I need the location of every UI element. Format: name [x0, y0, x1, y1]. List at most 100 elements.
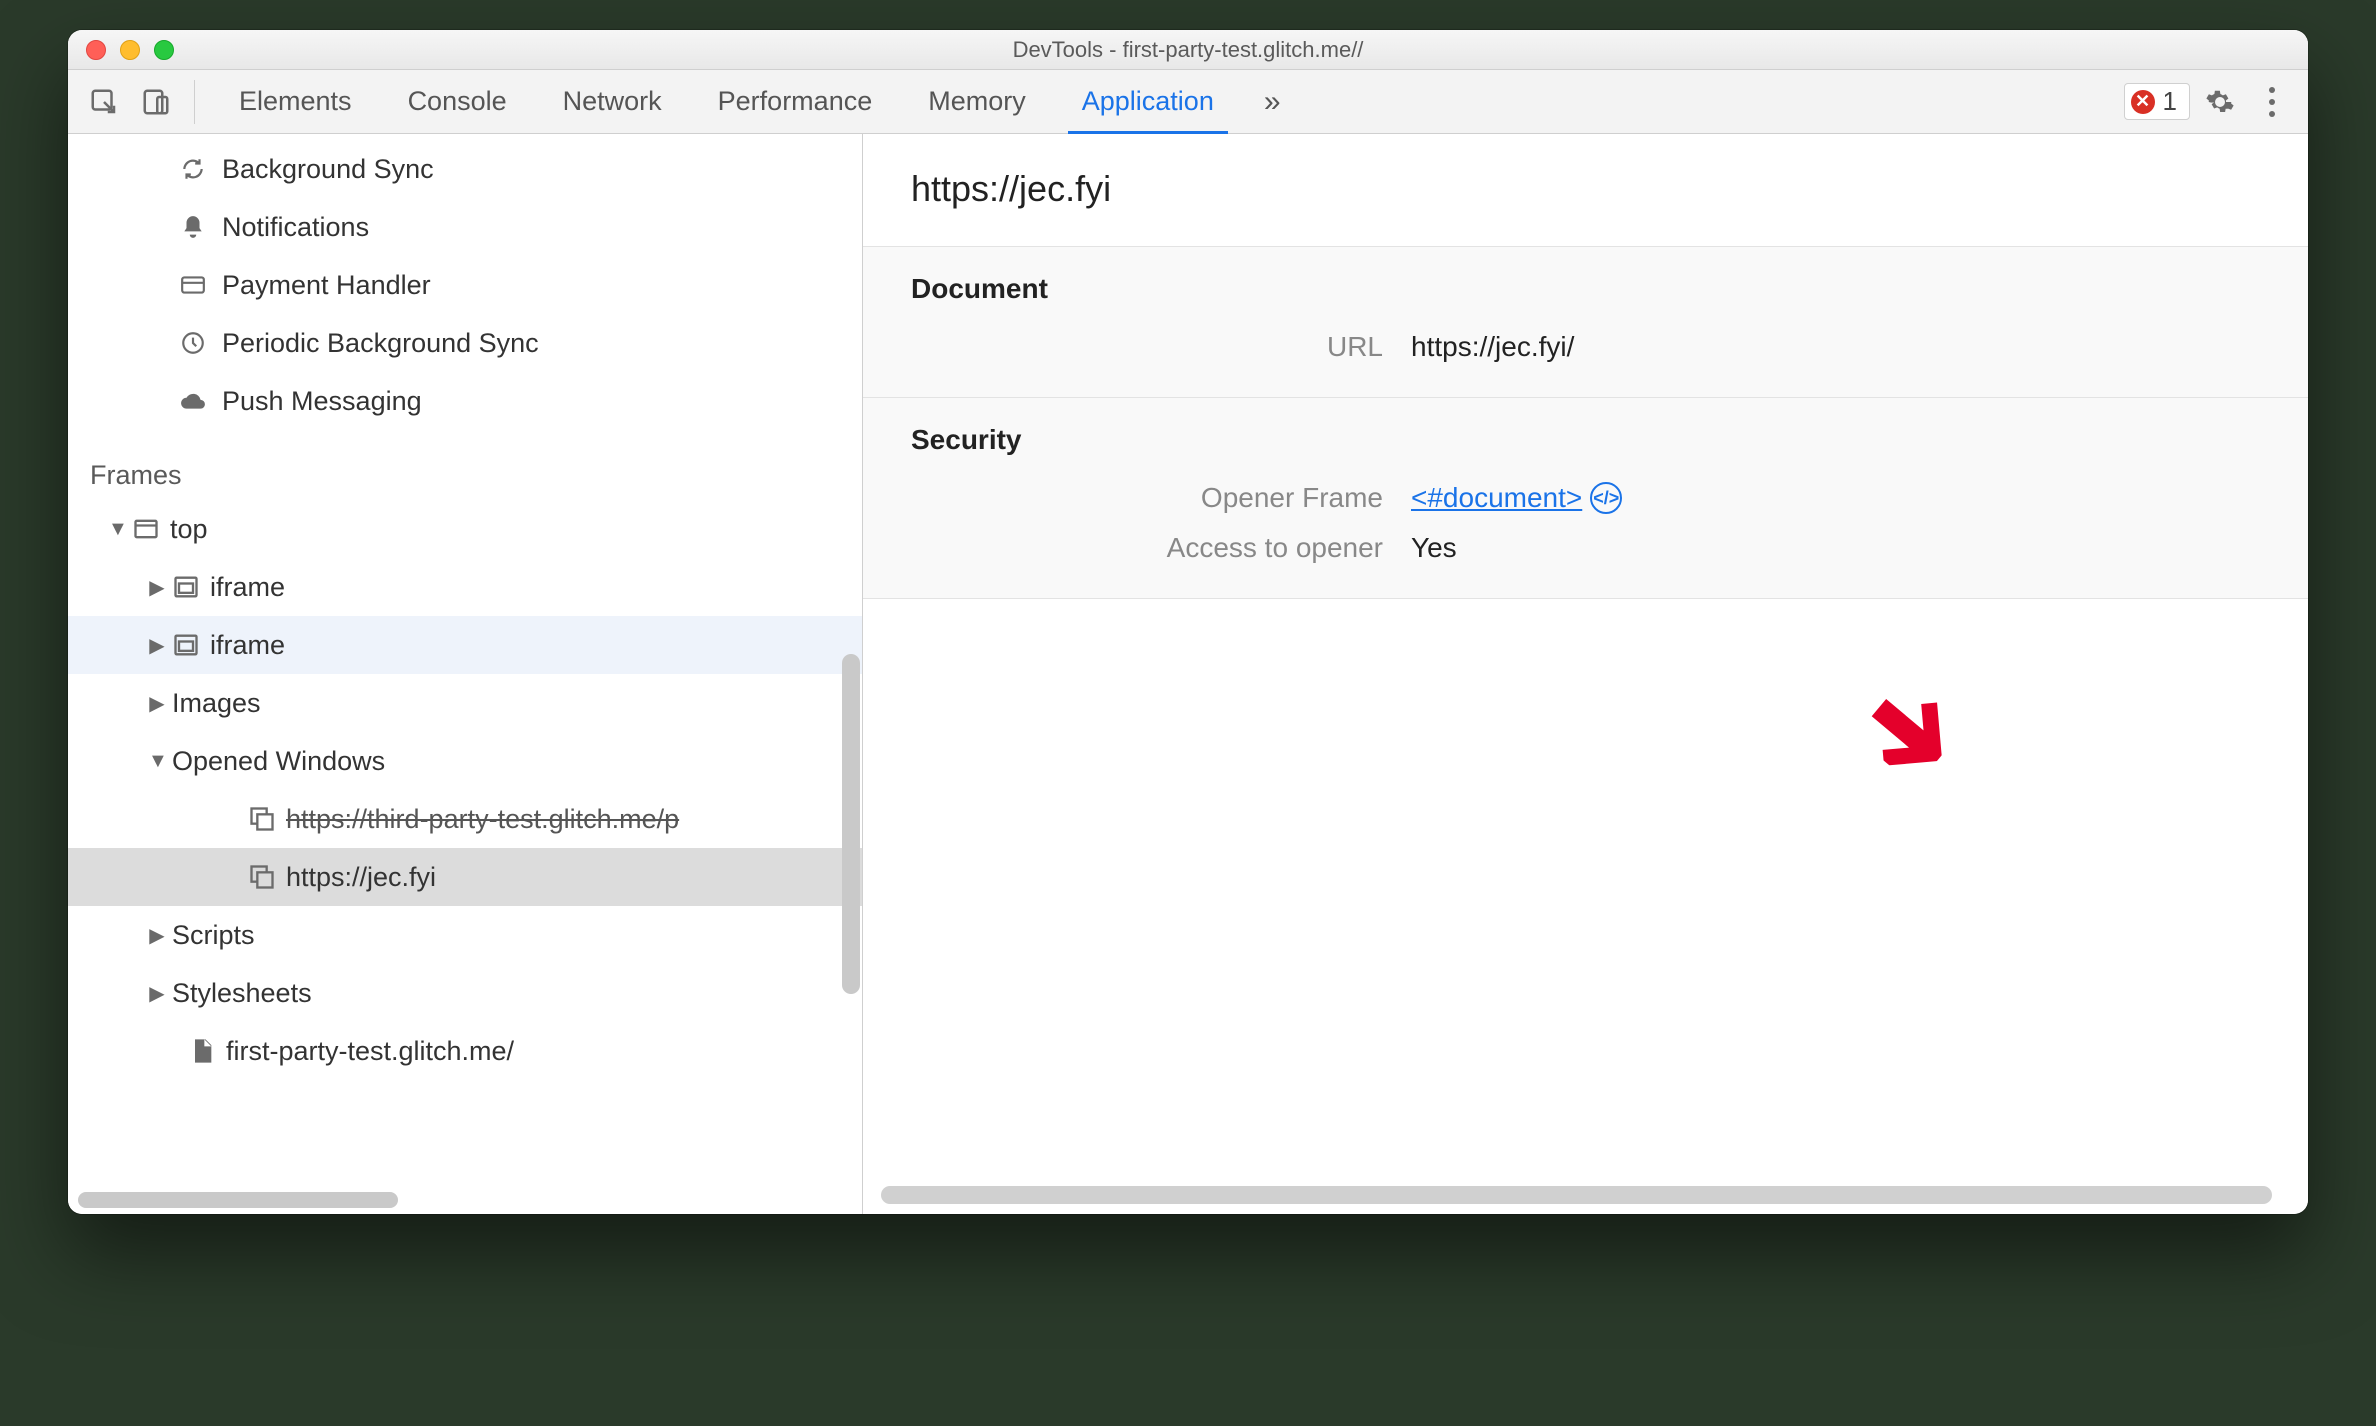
sidebar-item-background-sync[interactable]: Background Sync — [68, 140, 862, 198]
tab-label: Performance — [718, 86, 873, 117]
tab-label: Memory — [928, 86, 1026, 117]
tab-performance[interactable]: Performance — [690, 70, 901, 134]
frame-tree-opened-windows[interactable]: ▼ Opened Windows — [68, 732, 862, 790]
kebab-dot — [2269, 99, 2275, 105]
expand-arrow-down[interactable]: ▼ — [148, 750, 166, 773]
opener-frame-link[interactable]: <#document> — [1411, 482, 1582, 514]
inspect-element-icon[interactable] — [82, 80, 126, 124]
error-icon: ✕ — [2131, 90, 2155, 114]
sidebar-item-periodic-sync[interactable]: Periodic Background Sync — [68, 314, 862, 372]
bell-icon — [178, 212, 208, 242]
tab-label: Application — [1082, 86, 1214, 117]
section-heading: Document — [911, 273, 2260, 305]
card-icon — [178, 270, 208, 300]
sidebar-item-label: Push Messaging — [222, 386, 422, 417]
label-opener-frame: Opener Frame — [911, 482, 1411, 514]
frame-tree-images[interactable]: ▶ Images — [68, 674, 862, 732]
tree-label: iframe — [210, 630, 285, 661]
expand-arrow-right[interactable]: ▶ — [148, 981, 166, 1006]
document-icon — [188, 1037, 216, 1065]
reveal-in-elements-icon[interactable]: </> — [1590, 482, 1622, 514]
tree-label: Images — [172, 688, 261, 719]
devtools-toolbar: Elements Console Network Performance Mem… — [68, 70, 2308, 134]
label-access-to-opener: Access to opener — [911, 532, 1411, 564]
sidebar-item-label: Notifications — [222, 212, 369, 243]
frame-details-panel: https://jec.fyi Document URL https://jec… — [863, 134, 2308, 1214]
window-icon — [248, 805, 276, 833]
error-count: 1 — [2163, 86, 2177, 117]
frame-tree-top[interactable]: ▼ top — [68, 500, 862, 558]
gear-icon — [2205, 87, 2235, 117]
tab-elements[interactable]: Elements — [211, 70, 380, 134]
tree-label: Stylesheets — [172, 978, 312, 1009]
toolbar-divider — [194, 80, 195, 124]
frame-tree-scripts[interactable]: ▶ Scripts — [68, 906, 862, 964]
value-url: https://jec.fyi/ — [1411, 331, 1574, 363]
tree-label: Scripts — [172, 920, 255, 951]
kebab-dot — [2269, 111, 2275, 117]
tree-label: top — [170, 514, 208, 545]
tree-label: Opened Windows — [172, 746, 385, 777]
kebab-dot — [2269, 87, 2275, 93]
opened-window-item[interactable]: https://third-party-test.glitch.me/p — [68, 790, 862, 848]
expand-arrow-down[interactable]: ▼ — [108, 518, 126, 541]
row-access-to-opener: Access to opener Yes — [911, 532, 2260, 564]
content-area: Background Sync Notifications Payment Ha… — [68, 134, 2308, 1214]
more-options-button[interactable] — [2250, 84, 2294, 120]
iframe-icon — [172, 573, 200, 601]
row-opener-frame: Opener Frame <#document> </> — [911, 482, 2260, 514]
panel-tabs: Elements Console Network Performance Mem… — [211, 70, 1242, 134]
console-error-badge[interactable]: ✕ 1 — [2124, 83, 2190, 120]
application-sidebar: Background Sync Notifications Payment Ha… — [68, 134, 863, 1214]
section-heading: Security — [911, 424, 2260, 456]
annotation-arrow — [1843, 660, 1973, 791]
sidebar-item-notifications[interactable]: Notifications — [68, 198, 862, 256]
frame-tree-iframe[interactable]: ▶ iframe — [68, 616, 862, 674]
tab-application[interactable]: Application — [1054, 70, 1242, 134]
window-icon — [248, 863, 276, 891]
titlebar: DevTools - first-party-test.glitch.me// — [68, 30, 2308, 70]
sidebar-item-label: Payment Handler — [222, 270, 431, 301]
tab-label: Console — [408, 86, 507, 117]
cloud-icon — [178, 386, 208, 416]
sidebar-item-payment-handler[interactable]: Payment Handler — [68, 256, 862, 314]
sidebar-item-push-messaging[interactable]: Push Messaging — [68, 372, 862, 430]
sidebar-scrollbar-horizontal[interactable] — [78, 1192, 398, 1208]
frame-tree-stylesheets[interactable]: ▶ Stylesheets — [68, 964, 862, 1022]
device-toolbar-icon[interactable] — [134, 80, 178, 124]
tree-label: first-party-test.glitch.me/ — [226, 1036, 514, 1067]
tab-network[interactable]: Network — [535, 70, 690, 134]
expand-arrow-right[interactable]: ▶ — [148, 923, 166, 948]
security-section: Security Opener Frame <#document> </> Ac… — [863, 398, 2308, 599]
tab-label: Elements — [239, 86, 352, 117]
tab-console[interactable]: Console — [380, 70, 535, 134]
sidebar-scrollbar-vertical[interactable] — [842, 654, 860, 994]
frame-icon — [132, 515, 160, 543]
frame-title: https://jec.fyi — [863, 134, 2308, 247]
settings-button[interactable] — [2198, 87, 2242, 117]
sidebar-section-frames: Frames — [68, 450, 862, 500]
tree-label: https://jec.fyi — [286, 862, 436, 893]
document-section: Document URL https://jec.fyi/ — [863, 247, 2308, 398]
expand-arrow-right[interactable]: ▶ — [148, 691, 166, 716]
tree-label: https://third-party-test.glitch.me/p — [286, 804, 679, 835]
clock-icon — [178, 328, 208, 358]
frame-tree-iframe[interactable]: ▶ iframe — [68, 558, 862, 616]
row-url: URL https://jec.fyi/ — [911, 331, 2260, 363]
opened-window-item-selected[interactable]: https://jec.fyi — [68, 848, 862, 906]
tab-memory[interactable]: Memory — [900, 70, 1054, 134]
devtools-window: DevTools - first-party-test.glitch.me// … — [68, 30, 2308, 1214]
expand-arrow-right[interactable]: ▶ — [148, 575, 166, 600]
more-tabs-button[interactable]: » — [1250, 85, 1295, 119]
iframe-icon — [172, 631, 200, 659]
label-url: URL — [911, 331, 1411, 363]
main-scrollbar-horizontal[interactable] — [881, 1186, 2272, 1204]
sidebar-item-label: Periodic Background Sync — [222, 328, 539, 359]
tab-label: Network — [563, 86, 662, 117]
value-access-to-opener: Yes — [1411, 532, 1457, 564]
expand-arrow-right[interactable]: ▶ — [148, 633, 166, 658]
tree-label: iframe — [210, 572, 285, 603]
sidebar-item-label: Background Sync — [222, 154, 434, 185]
sync-icon — [178, 154, 208, 184]
frame-tree-document[interactable]: first-party-test.glitch.me/ — [68, 1022, 862, 1080]
